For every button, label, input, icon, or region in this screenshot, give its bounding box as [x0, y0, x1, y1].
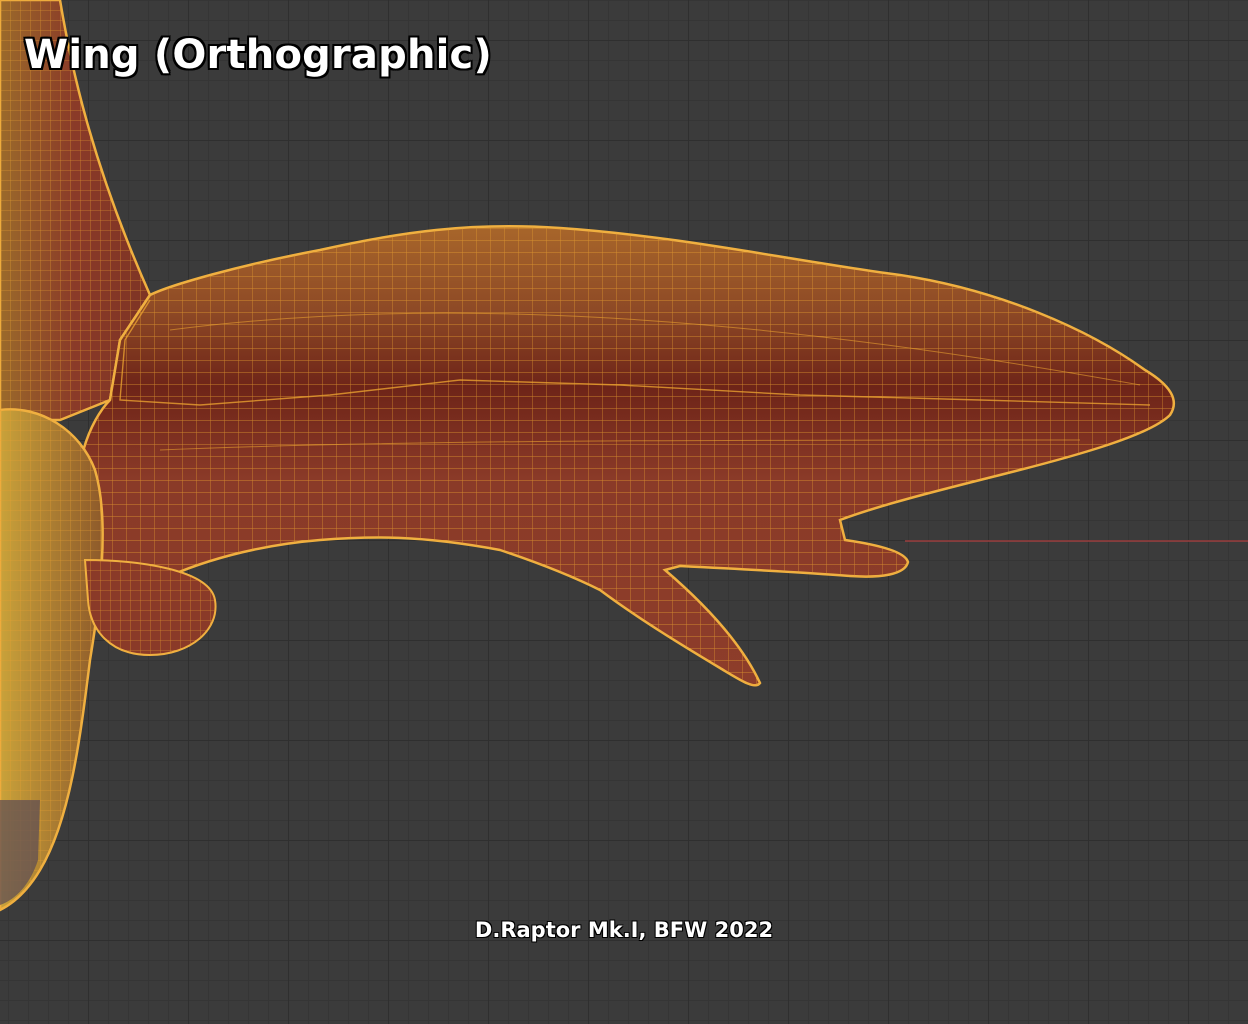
wing-model[interactable]: [0, 0, 1248, 1024]
view-title: Wing (Orthographic): [24, 32, 492, 78]
3d-viewport[interactable]: Wing (Orthographic) D.Raptor Mk.I, BFW 2…: [0, 0, 1248, 1024]
credit-caption: D.Raptor Mk.I, BFW 2022: [474, 918, 774, 942]
wing-mesh[interactable]: [76, 225, 1176, 687]
